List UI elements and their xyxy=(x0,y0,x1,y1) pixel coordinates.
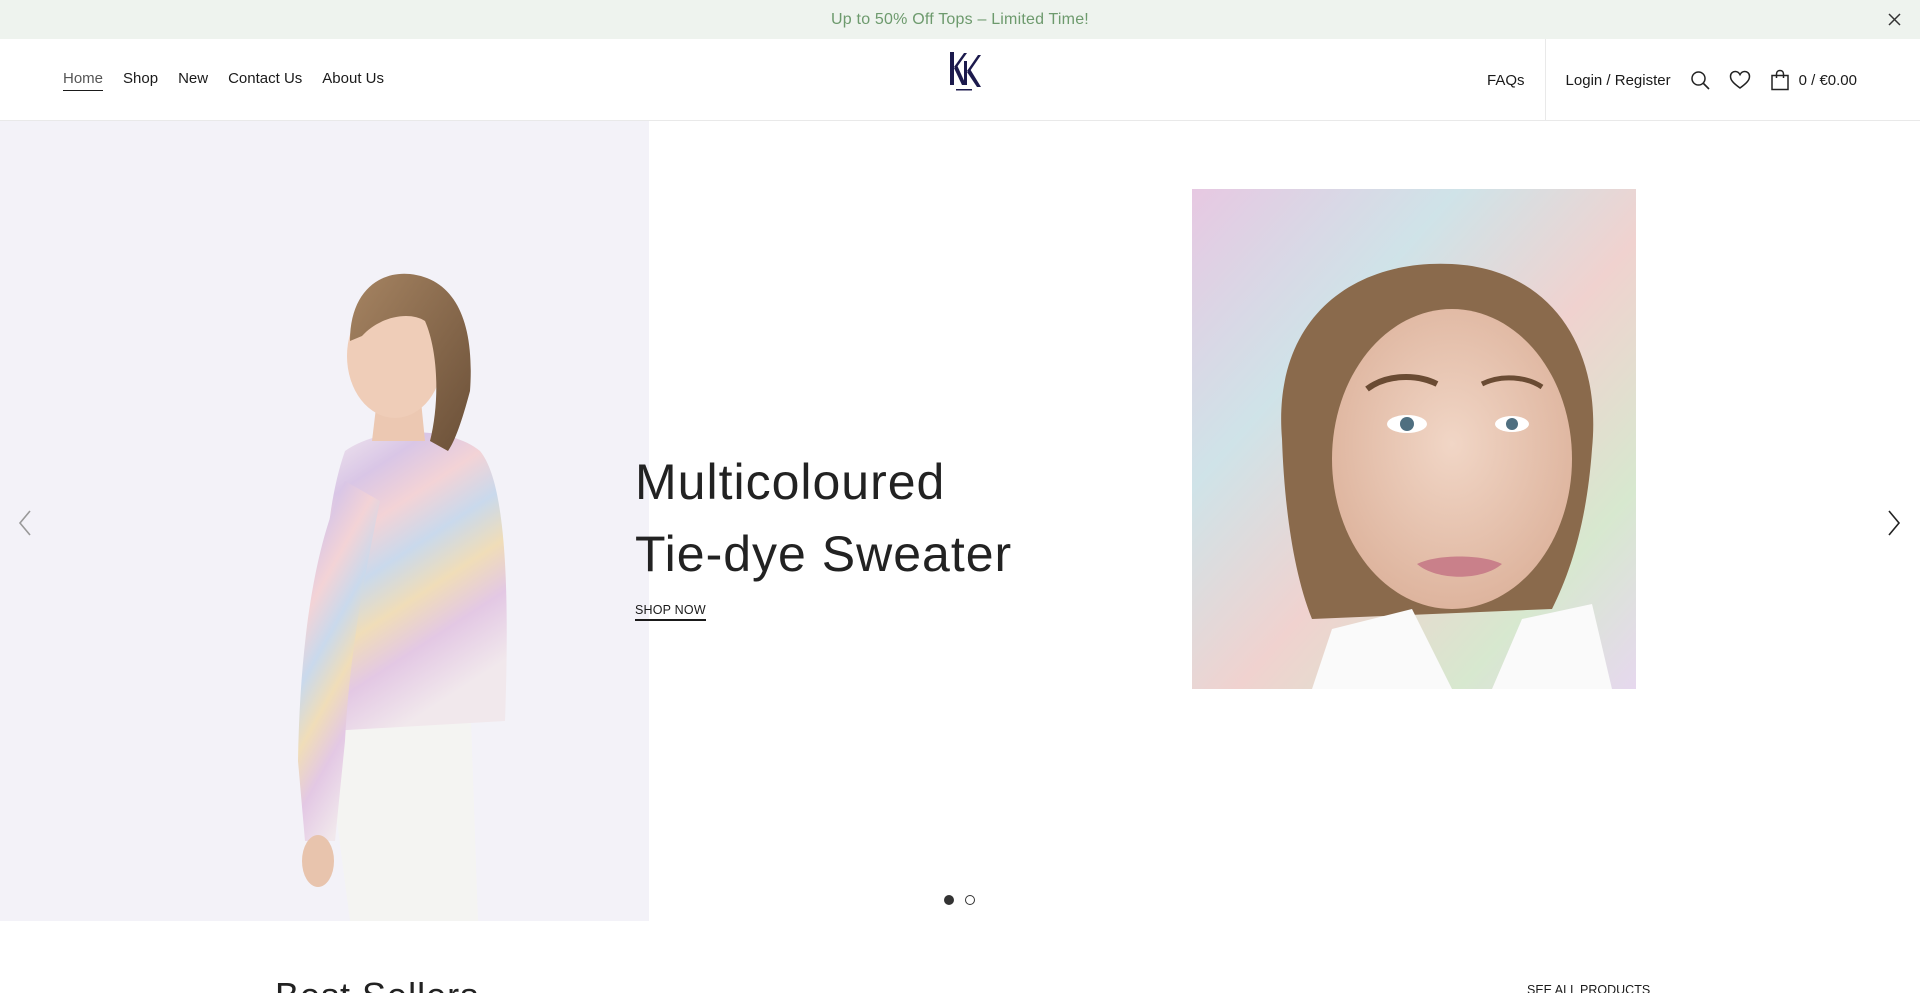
hero-title-line-2: Tie-dye Sweater xyxy=(635,526,1013,582)
login-register-link[interactable]: Login / Register xyxy=(1566,72,1671,89)
close-icon[interactable] xyxy=(1885,10,1904,29)
header-actions: FAQs Login / Register 0 / €0.00 xyxy=(1487,39,1920,121)
hero-model-image xyxy=(0,121,649,921)
portrait-illustration xyxy=(1192,189,1636,689)
bag-icon[interactable] xyxy=(1769,69,1791,91)
slider-pagination xyxy=(944,895,975,905)
hero-portrait-image xyxy=(1192,189,1636,689)
model-sweater-illustration xyxy=(298,273,507,921)
hero-title-line-1: Multicoloured xyxy=(635,454,946,510)
search-icon[interactable] xyxy=(1689,69,1711,91)
site-header: Home Shop New Contact Us About Us FAQs L… xyxy=(0,39,1920,121)
best-sellers-title: Best Sellers xyxy=(275,975,479,993)
see-all-products-link[interactable]: SEE ALL PRODUCTS xyxy=(1527,983,1650,993)
chevron-left-icon[interactable] xyxy=(14,505,36,541)
slider-dot-1[interactable] xyxy=(944,895,954,905)
brand-logo[interactable] xyxy=(944,49,984,95)
heart-icon[interactable] xyxy=(1729,69,1751,91)
cart-total[interactable]: 0 / €0.00 xyxy=(1799,72,1857,89)
header-divider xyxy=(1544,39,1546,121)
promo-text: Up to 50% Off Tops – Limited Time! xyxy=(831,10,1089,28)
hero-slider: Multicoloured Tie-dye Sweater SHOP NOW xyxy=(0,121,1920,921)
promo-bar: Up to 50% Off Tops – Limited Time! xyxy=(0,0,1920,39)
nav-item-contact-us[interactable]: Contact Us xyxy=(228,70,302,90)
nav-item-shop[interactable]: Shop xyxy=(123,70,158,90)
best-sellers-section: Best Sellers SEE ALL PRODUCTS xyxy=(0,921,1920,993)
chevron-right-icon[interactable] xyxy=(1883,505,1905,541)
shop-now-button[interactable]: SHOP NOW xyxy=(635,603,706,621)
faqs-link[interactable]: FAQs xyxy=(1487,72,1545,89)
nav-item-new[interactable]: New xyxy=(178,70,208,90)
slider-dot-2[interactable] xyxy=(965,895,975,905)
nav-item-about-us[interactable]: About Us xyxy=(322,70,384,90)
hero-title: Multicoloured Tie-dye Sweater xyxy=(635,446,1012,590)
main-nav: Home Shop New Contact Us About Us xyxy=(63,39,384,121)
nav-item-home[interactable]: Home xyxy=(63,70,104,91)
